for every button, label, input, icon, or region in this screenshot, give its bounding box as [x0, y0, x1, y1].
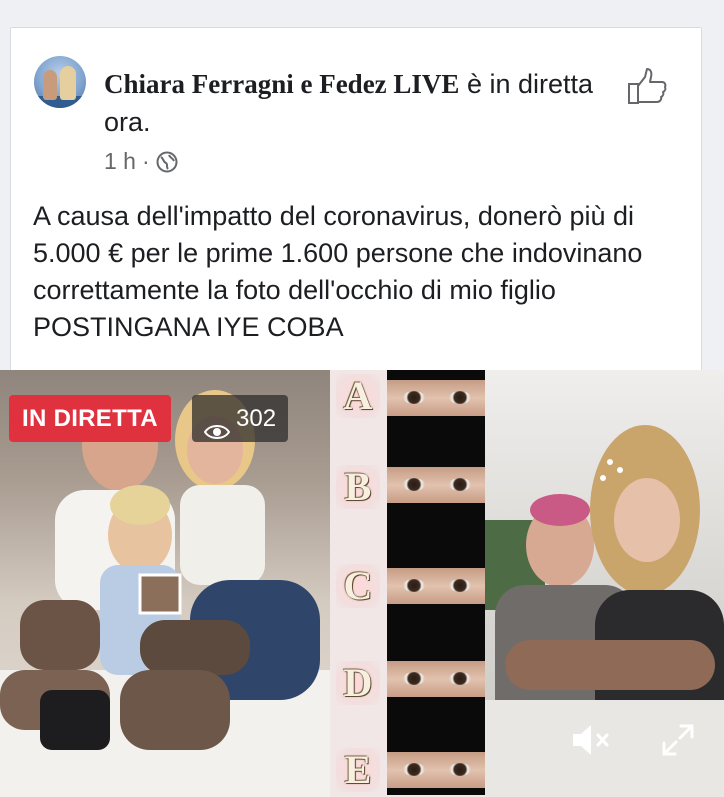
live-video[interactable]: IN DIRETTA 302 A B C D E — [0, 370, 724, 797]
option-letter: B — [336, 465, 380, 509]
live-badge: IN DIRETTA — [9, 395, 171, 442]
post-text: A causa dell'impatto del coronavirus, do… — [33, 201, 643, 342]
viewer-count-badge: 302 — [192, 395, 289, 442]
author-name[interactable]: Chiara Ferragni e Fedez LIVE — [104, 69, 459, 99]
family-photo-panel: IN DIRETTA 302 — [0, 370, 330, 797]
avatar[interactable] — [34, 56, 86, 108]
option-e[interactable]: E — [330, 710, 485, 795]
eye-photo — [387, 568, 485, 604]
eye-photo — [387, 380, 485, 416]
speaker-muted-icon[interactable] — [570, 720, 612, 760]
viewer-count: 302 — [236, 405, 277, 432]
eye-photo — [387, 752, 485, 788]
option-d[interactable]: D — [330, 625, 485, 710]
option-letter: A — [336, 374, 380, 418]
option-letter: D — [336, 661, 380, 705]
thumbs-up-icon — [628, 68, 667, 104]
live-camera-panel — [485, 370, 724, 797]
post-time[interactable]: 1 h — [104, 148, 136, 175]
expand-icon[interactable] — [660, 722, 696, 758]
option-a[interactable]: A — [330, 370, 485, 455]
option-letter: E — [336, 748, 380, 792]
option-c[interactable]: C — [330, 540, 485, 625]
meta-separator: · — [141, 148, 150, 174]
option-letter: C — [336, 564, 380, 608]
eye-options-panel: A B C D E — [330, 370, 485, 797]
post-meta: 1 h · — [104, 148, 178, 175]
globe-icon — [156, 151, 178, 173]
like-button[interactable] — [626, 65, 670, 109]
option-b[interactable]: B — [330, 455, 485, 540]
eye-photo — [387, 661, 485, 697]
eye-icon — [203, 410, 231, 439]
eye-photo — [387, 467, 485, 503]
post-header: Chiara Ferragni e Fedez LIVE è in dirett… — [104, 65, 604, 141]
